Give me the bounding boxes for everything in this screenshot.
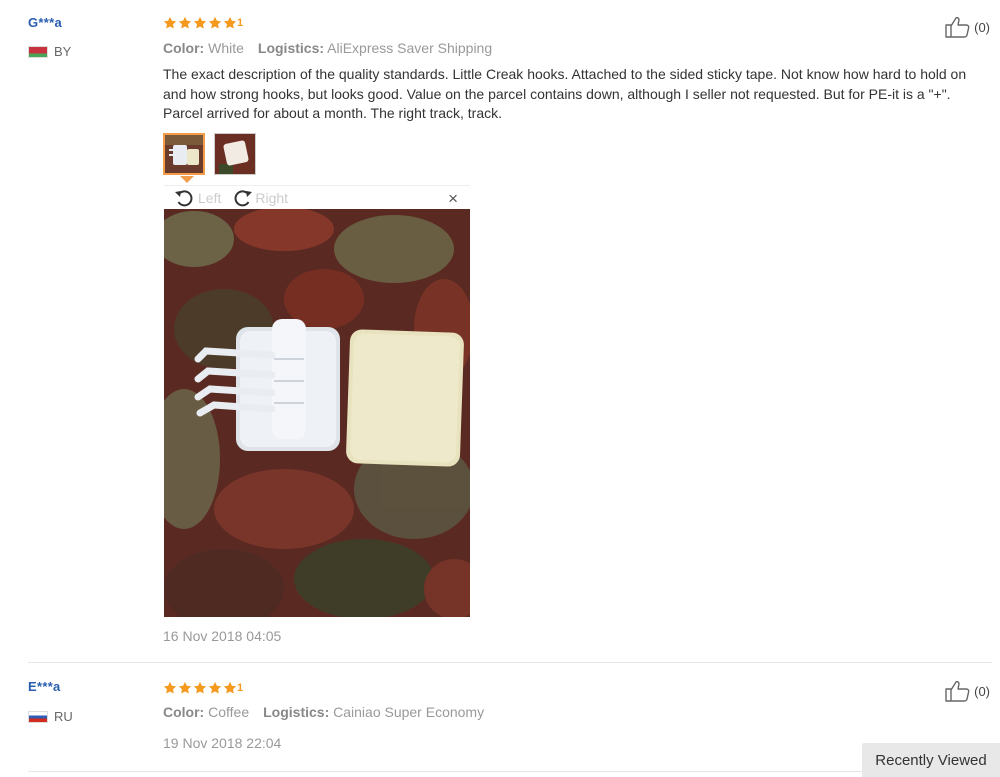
thumbs-up-icon[interactable] (945, 16, 971, 38)
review-photo-large (164, 209, 470, 617)
review-date: 16 Nov 2018 04:05 (163, 628, 282, 644)
logistics-label: Logistics: (257, 40, 325, 56)
rotate-right-button[interactable]: Right (231, 188, 288, 208)
rotate-left-label[interactable]: Left (198, 190, 221, 206)
rating-stars: 1 (163, 16, 243, 30)
flag-icon (28, 45, 48, 58)
rating-stars: 1 (163, 681, 243, 695)
star-icon (193, 16, 207, 30)
recently-viewed-button[interactable]: Recently Viewed (862, 743, 1000, 777)
review-item: G***a BY 1 Color: White Logistics: AliEx… (0, 0, 1000, 662)
rotate-left-icon[interactable] (174, 188, 196, 208)
close-icon[interactable]: × (448, 189, 458, 209)
logistics-value: AliExpress Saver Shipping (327, 40, 493, 56)
star-icon (178, 681, 192, 695)
star-icon (163, 681, 177, 695)
reviewer-name[interactable]: E***a (28, 679, 61, 694)
selected-indicator (180, 176, 194, 183)
country-code: RU (54, 709, 73, 724)
star-icon (223, 16, 237, 30)
rotate-left-button[interactable]: Left (174, 188, 221, 208)
helpful-button[interactable]: (0) (945, 680, 990, 702)
review-divider (28, 771, 862, 772)
review-photo-thumbnail-1[interactable] (163, 133, 205, 175)
helpful-button[interactable]: (0) (945, 16, 990, 38)
color-value: Coffee (208, 704, 250, 720)
review-text: The exact description of the quality sta… (163, 66, 967, 121)
star-icon (208, 681, 222, 695)
color-label: Color: (163, 40, 205, 56)
star-icon (178, 16, 192, 30)
logistics-label: Logistics: (263, 704, 330, 720)
order-info: Color: Coffee Logistics: Cainiao Super E… (163, 704, 484, 720)
thumbs-up-icon[interactable] (945, 680, 971, 702)
color-value: White (208, 40, 244, 56)
reviewer-name[interactable]: G***a (28, 15, 62, 30)
star-icon (163, 16, 177, 30)
reviewer-country: BY (28, 44, 71, 59)
helpful-count: (0) (974, 19, 990, 35)
rotate-right-icon[interactable] (231, 188, 253, 208)
star-icon (193, 681, 207, 695)
helpful-count: (0) (974, 683, 990, 699)
flag-icon (28, 710, 48, 723)
review-photo-thumbnail-2[interactable] (214, 133, 256, 175)
logistics-value: Cainiao Super Economy (333, 704, 485, 720)
rotate-right-label[interactable]: Right (255, 190, 288, 206)
review-date: 19 Nov 2018 22:04 (163, 735, 282, 751)
review-item: E***a RU 1 Color: Coffee Logistics: Cain… (0, 663, 1000, 777)
image-viewer-toolbar: Left Right × (164, 185, 470, 210)
color-label: Color: (163, 704, 205, 720)
order-info: Color: White Logistics: AliExpress Saver… (163, 40, 492, 56)
reviewer-country: RU (28, 709, 73, 724)
star-icon (223, 681, 237, 695)
country-code: BY (54, 44, 72, 59)
star-icon (208, 16, 222, 30)
